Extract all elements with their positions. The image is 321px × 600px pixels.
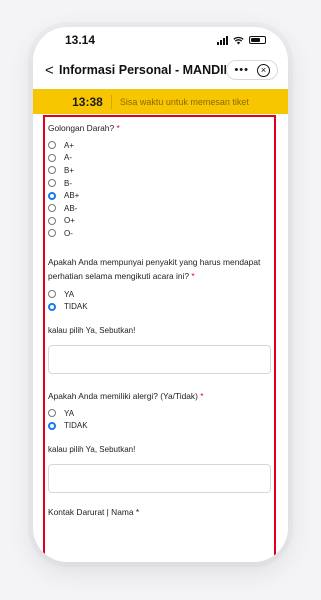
- radio-button-selected[interactable]: [48, 421, 56, 430]
- allergy-options: YA TIDAK: [48, 407, 270, 432]
- option-label: AB+: [64, 191, 80, 201]
- radio-option-ab-minus[interactable]: AB-: [48, 202, 270, 215]
- allergy-followup-input[interactable]: [48, 464, 271, 494]
- radio-option-a-plus[interactable]: A+: [48, 139, 270, 152]
- allergy-question-label: Apakah Anda memiliki alergi? (Ya/Tidak) …: [48, 390, 270, 402]
- radio-option-b-minus[interactable]: B-: [48, 177, 270, 190]
- option-label: TIDAK: [64, 302, 88, 312]
- close-icon[interactable]: ×: [257, 63, 270, 77]
- radio-button[interactable]: [48, 179, 56, 188]
- nav-bar: < Informasi Personal - MANDIR... ••• ×: [33, 57, 288, 83]
- required-mark: *: [200, 390, 204, 401]
- radio-button[interactable]: [48, 409, 56, 418]
- radio-option-b-plus[interactable]: B+: [48, 164, 270, 177]
- radio-button[interactable]: [48, 216, 56, 225]
- radio-button[interactable]: [48, 204, 56, 213]
- emergency-contact-text: Kontak Darurat | Nama: [48, 507, 134, 518]
- option-label: A-: [64, 153, 72, 163]
- radio-option-a-minus[interactable]: A-: [48, 152, 270, 165]
- illness-question-text: Apakah Anda mempunyai penyakit yang haru…: [48, 256, 261, 281]
- radio-option-tidak[interactable]: TIDAK: [48, 420, 270, 433]
- form-content: Golongan Darah? * A+ A- B+ B- AB+ AB- O+…: [43, 115, 276, 562]
- more-icon[interactable]: •••: [234, 64, 249, 76]
- status-icons: [217, 35, 266, 45]
- radio-button[interactable]: [48, 153, 56, 162]
- option-label: O-: [64, 228, 73, 238]
- radio-button[interactable]: [48, 166, 56, 175]
- blood-type-label: Golongan Darah? *: [48, 122, 270, 134]
- status-bar: 13.14: [33, 27, 288, 53]
- illness-question-label: Apakah Anda mempunyai penyakit yang haru…: [48, 255, 270, 283]
- allergy-followup-label: kalau pilih Ya, Sebutkan!: [48, 445, 136, 455]
- option-label: YA: [64, 408, 75, 418]
- radio-option-o-minus[interactable]: O-: [48, 227, 270, 240]
- option-label: B-: [64, 178, 72, 188]
- wifi-icon: [233, 36, 244, 44]
- phone-frame: 13.14 < Informasi Personal - MANDIR... •…: [33, 27, 288, 562]
- radio-option-ya[interactable]: YA: [48, 288, 270, 301]
- allergy-question-text: Apakah Anda memiliki alergi? (Ya/Tidak): [48, 390, 198, 401]
- nav-actions-capsule: ••• ×: [226, 60, 278, 80]
- radio-option-tidak[interactable]: TIDAK: [48, 300, 270, 313]
- illness-options: YA TIDAK: [48, 288, 270, 313]
- radio-button-selected[interactable]: [48, 302, 56, 311]
- radio-button[interactable]: [48, 141, 56, 150]
- radio-option-o-plus[interactable]: O+: [48, 215, 270, 228]
- timer-message: Sisa waktu untuk memesan tiket: [119, 96, 249, 107]
- radio-button[interactable]: [48, 229, 56, 238]
- illness-followup-input[interactable]: [48, 344, 271, 374]
- option-label: TIDAK: [64, 421, 88, 431]
- battery-icon: [249, 36, 266, 44]
- illness-followup-label: kalau pilih Ya, Sebutkan!: [48, 325, 136, 335]
- blood-type-options: A+ A- B+ B- AB+ AB- O+ O-: [48, 139, 270, 240]
- radio-option-ab-plus[interactable]: AB+: [48, 189, 270, 202]
- emergency-contact-label: Kontak Darurat | Nama *: [48, 507, 270, 517]
- timer-banner: 13:38 Sisa waktu untuk memesan tiket: [33, 89, 288, 114]
- blood-type-label-text: Golongan Darah?: [48, 123, 115, 133]
- option-label: A+: [64, 140, 75, 150]
- required-mark: *: [135, 507, 140, 518]
- radio-option-ya[interactable]: YA: [48, 407, 270, 420]
- required-mark: *: [116, 123, 120, 133]
- required-mark: *: [191, 270, 195, 281]
- radio-button[interactable]: [48, 290, 56, 299]
- back-icon[interactable]: <: [45, 62, 59, 79]
- status-time: 13.14: [65, 33, 96, 47]
- option-label: AB-: [64, 203, 78, 213]
- radio-button-selected[interactable]: [48, 191, 56, 200]
- option-label: YA: [64, 289, 75, 299]
- divider: [110, 94, 112, 109]
- signal-icon: [217, 35, 228, 45]
- page-title: Informasi Personal - MANDIR...: [59, 63, 227, 77]
- option-label: O+: [64, 216, 75, 226]
- option-label: B+: [64, 165, 75, 175]
- countdown-timer: 13:38: [72, 94, 103, 109]
